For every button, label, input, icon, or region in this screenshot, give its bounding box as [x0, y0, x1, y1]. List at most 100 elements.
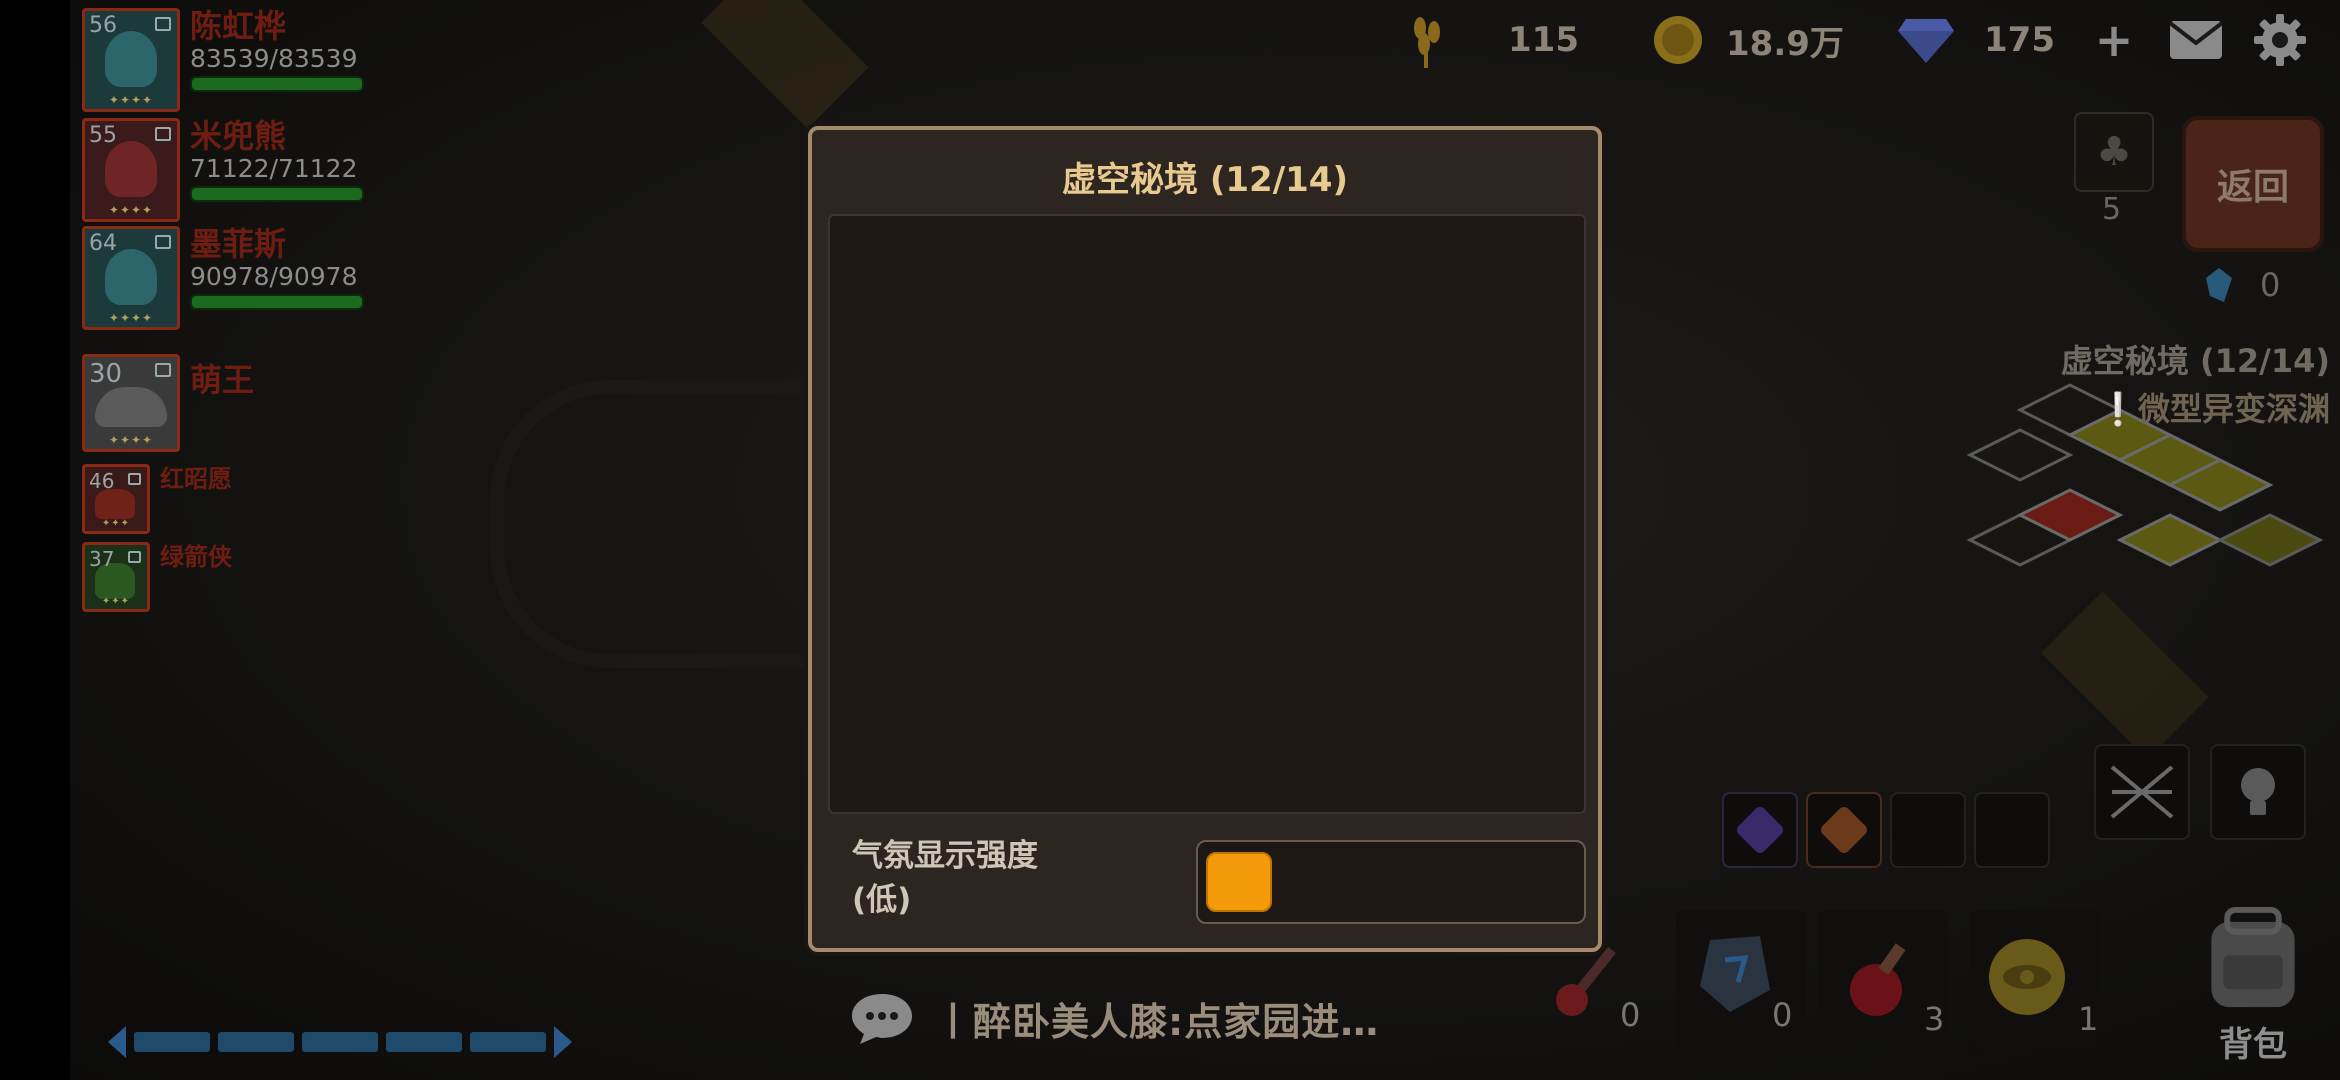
skill-slot[interactable] — [1890, 792, 1966, 868]
chat-bar[interactable]: 丨醉卧美人膝:点家园进… — [850, 990, 1379, 1046]
item-slot[interactable]: 3 — [1818, 910, 1948, 1050]
return-label: 返回 — [2216, 167, 2289, 208]
lock-icon — [128, 551, 141, 563]
skill-slot[interactable] — [1974, 792, 2050, 868]
lock-icon — [155, 17, 171, 31]
crystal-counter: 0 — [2204, 266, 2280, 304]
mail-button[interactable] — [2168, 12, 2224, 68]
chevron-right-icon[interactable] — [554, 1026, 572, 1058]
lock-icon — [155, 363, 171, 377]
orange-gem-icon — [1818, 804, 1870, 856]
minimap-room-current — [2016, 488, 2124, 542]
diamond-icon — [1896, 15, 1956, 65]
member-name: 陈虹桦 — [190, 7, 287, 45]
rune-stone-icon — [1700, 936, 1770, 1012]
lock-icon — [128, 473, 141, 485]
member-hp: 71122/71122 — [190, 154, 358, 183]
diamond-counter: 175 — [1896, 10, 2055, 70]
party-member[interactable]: 46 ✦✦✦ 红昭愿 — [82, 464, 232, 534]
page-segment[interactable] — [470, 1032, 546, 1052]
wheat-value: 115 — [1508, 20, 1579, 60]
crossed-swords-icon — [2110, 765, 2174, 819]
floor-tile — [701, 0, 869, 129]
gold-counter: 18.9万 — [1652, 10, 1844, 70]
avatar: 55 ✦✦✦✦ — [82, 118, 180, 222]
preview-panel — [828, 214, 1586, 814]
clover-count: 5 — [2102, 192, 2122, 227]
clover-icon: ♣ — [2096, 129, 2132, 175]
red-flask-icon — [1850, 943, 1906, 1016]
crystal-icon — [2206, 268, 2232, 302]
stage-subtitle: ❕微型异变深渊 — [2098, 390, 2330, 428]
party-member[interactable]: 64 ✦✦✦✦ 墨菲斯 90978/90978 — [82, 226, 364, 330]
clover-button[interactable]: ♣ — [2074, 112, 2154, 192]
page-segment[interactable] — [218, 1032, 294, 1052]
chat-bubble-icon — [852, 994, 912, 1044]
minimap-room — [2216, 513, 2324, 567]
lightbulb-icon — [2241, 768, 2275, 815]
member-name: 墨菲斯 — [190, 225, 287, 263]
gold-value: 18.9万 — [1726, 23, 1844, 64]
hp-bar — [190, 76, 364, 92]
star-rating: ✦✦✦✦ — [108, 311, 154, 325]
mail-icon — [2168, 21, 2224, 59]
wheat-counter: 115 — [1400, 10, 1579, 70]
party-member[interactable]: 55 ✦✦✦✦ 米兜熊 71122/71122 — [82, 118, 364, 222]
lock-icon — [155, 235, 171, 249]
member-hp: 90978/90978 — [190, 262, 358, 291]
chat-message: 丨醉卧美人膝:点家园进… — [934, 999, 1380, 1044]
rail-track — [490, 380, 844, 668]
lock-icon — [155, 127, 171, 141]
setting-label: 气氛显示强度 (低) — [852, 834, 1038, 922]
star-rating: ✦✦✦✦ — [108, 93, 154, 107]
gold-coin-icon — [1652, 14, 1704, 66]
purple-gem-icon — [1734, 804, 1786, 856]
settings-button[interactable] — [2252, 12, 2308, 68]
bag-label: 背包 — [2219, 1025, 2287, 1065]
skill-slot[interactable] — [1806, 792, 1882, 868]
avatar: 37 ✦✦✦ — [82, 542, 150, 612]
star-rating: ✦✦✦ — [101, 518, 131, 529]
minimap-room — [2116, 513, 2224, 567]
page-indicator[interactable] — [108, 1026, 572, 1058]
intensity-slider[interactable] — [1196, 840, 1586, 924]
party-member[interactable]: 56 ✦✦✦✦ 陈虹桦 83539/83539 — [82, 8, 364, 112]
member-name: 红昭愿 — [160, 465, 232, 493]
item-slot[interactable]: 1 — [1970, 910, 2100, 1050]
page-segment[interactable] — [302, 1032, 378, 1052]
star-rating: ✦✦✦✦ — [108, 203, 154, 217]
bag-button[interactable]: 背包 — [2178, 906, 2328, 1066]
slider-knob[interactable] — [1206, 852, 1272, 912]
chevron-left-icon[interactable] — [108, 1026, 126, 1058]
page-segment[interactable] — [386, 1032, 462, 1052]
dialog-title: 虚空秘境 (12/14) — [1062, 160, 1348, 200]
member-name: 萌王 — [190, 361, 255, 399]
hp-bar — [190, 186, 364, 202]
diamond-value: 175 — [1984, 20, 2055, 60]
alert-icon: ❕ — [2098, 390, 2138, 428]
avatar: 56 ✦✦✦✦ — [82, 8, 180, 112]
skill-slot[interactable] — [1722, 792, 1798, 868]
map-toggle-button[interactable] — [2094, 744, 2190, 840]
party-member[interactable]: 30 ✦✦✦✦ 萌王 — [82, 354, 254, 452]
item-slot[interactable]: 0 — [1676, 910, 1806, 1050]
party-member[interactable]: 37 ✦✦✦ 绿箭侠 — [82, 542, 232, 612]
star-rating: ✦✦✦✦ — [108, 433, 154, 447]
return-button[interactable]: 返回 — [2182, 116, 2324, 252]
member-name: 绿箭侠 — [160, 543, 232, 571]
avatar: 46 ✦✦✦ — [82, 464, 150, 534]
page-segment[interactable] — [134, 1032, 210, 1052]
golden-eye-icon — [1989, 939, 2065, 1015]
atmosphere-dialog: 虚空秘境 (12/14) 气氛显示强度 (低) — [808, 126, 1602, 952]
gear-icon — [2254, 14, 2306, 66]
setting-value: (低) — [852, 882, 912, 918]
backpack-icon — [2211, 906, 2295, 1008]
hint-button[interactable] — [2210, 744, 2306, 840]
member-name: 米兜熊 — [190, 117, 287, 155]
avatar: 64 ✦✦✦✦ — [82, 226, 180, 330]
member-hp: 83539/83539 — [190, 44, 358, 73]
avatar: 30 ✦✦✦✦ — [82, 354, 180, 452]
wheat-icon — [1400, 10, 1454, 70]
add-currency-button[interactable]: + — [2086, 12, 2142, 68]
hp-bar — [190, 294, 364, 310]
